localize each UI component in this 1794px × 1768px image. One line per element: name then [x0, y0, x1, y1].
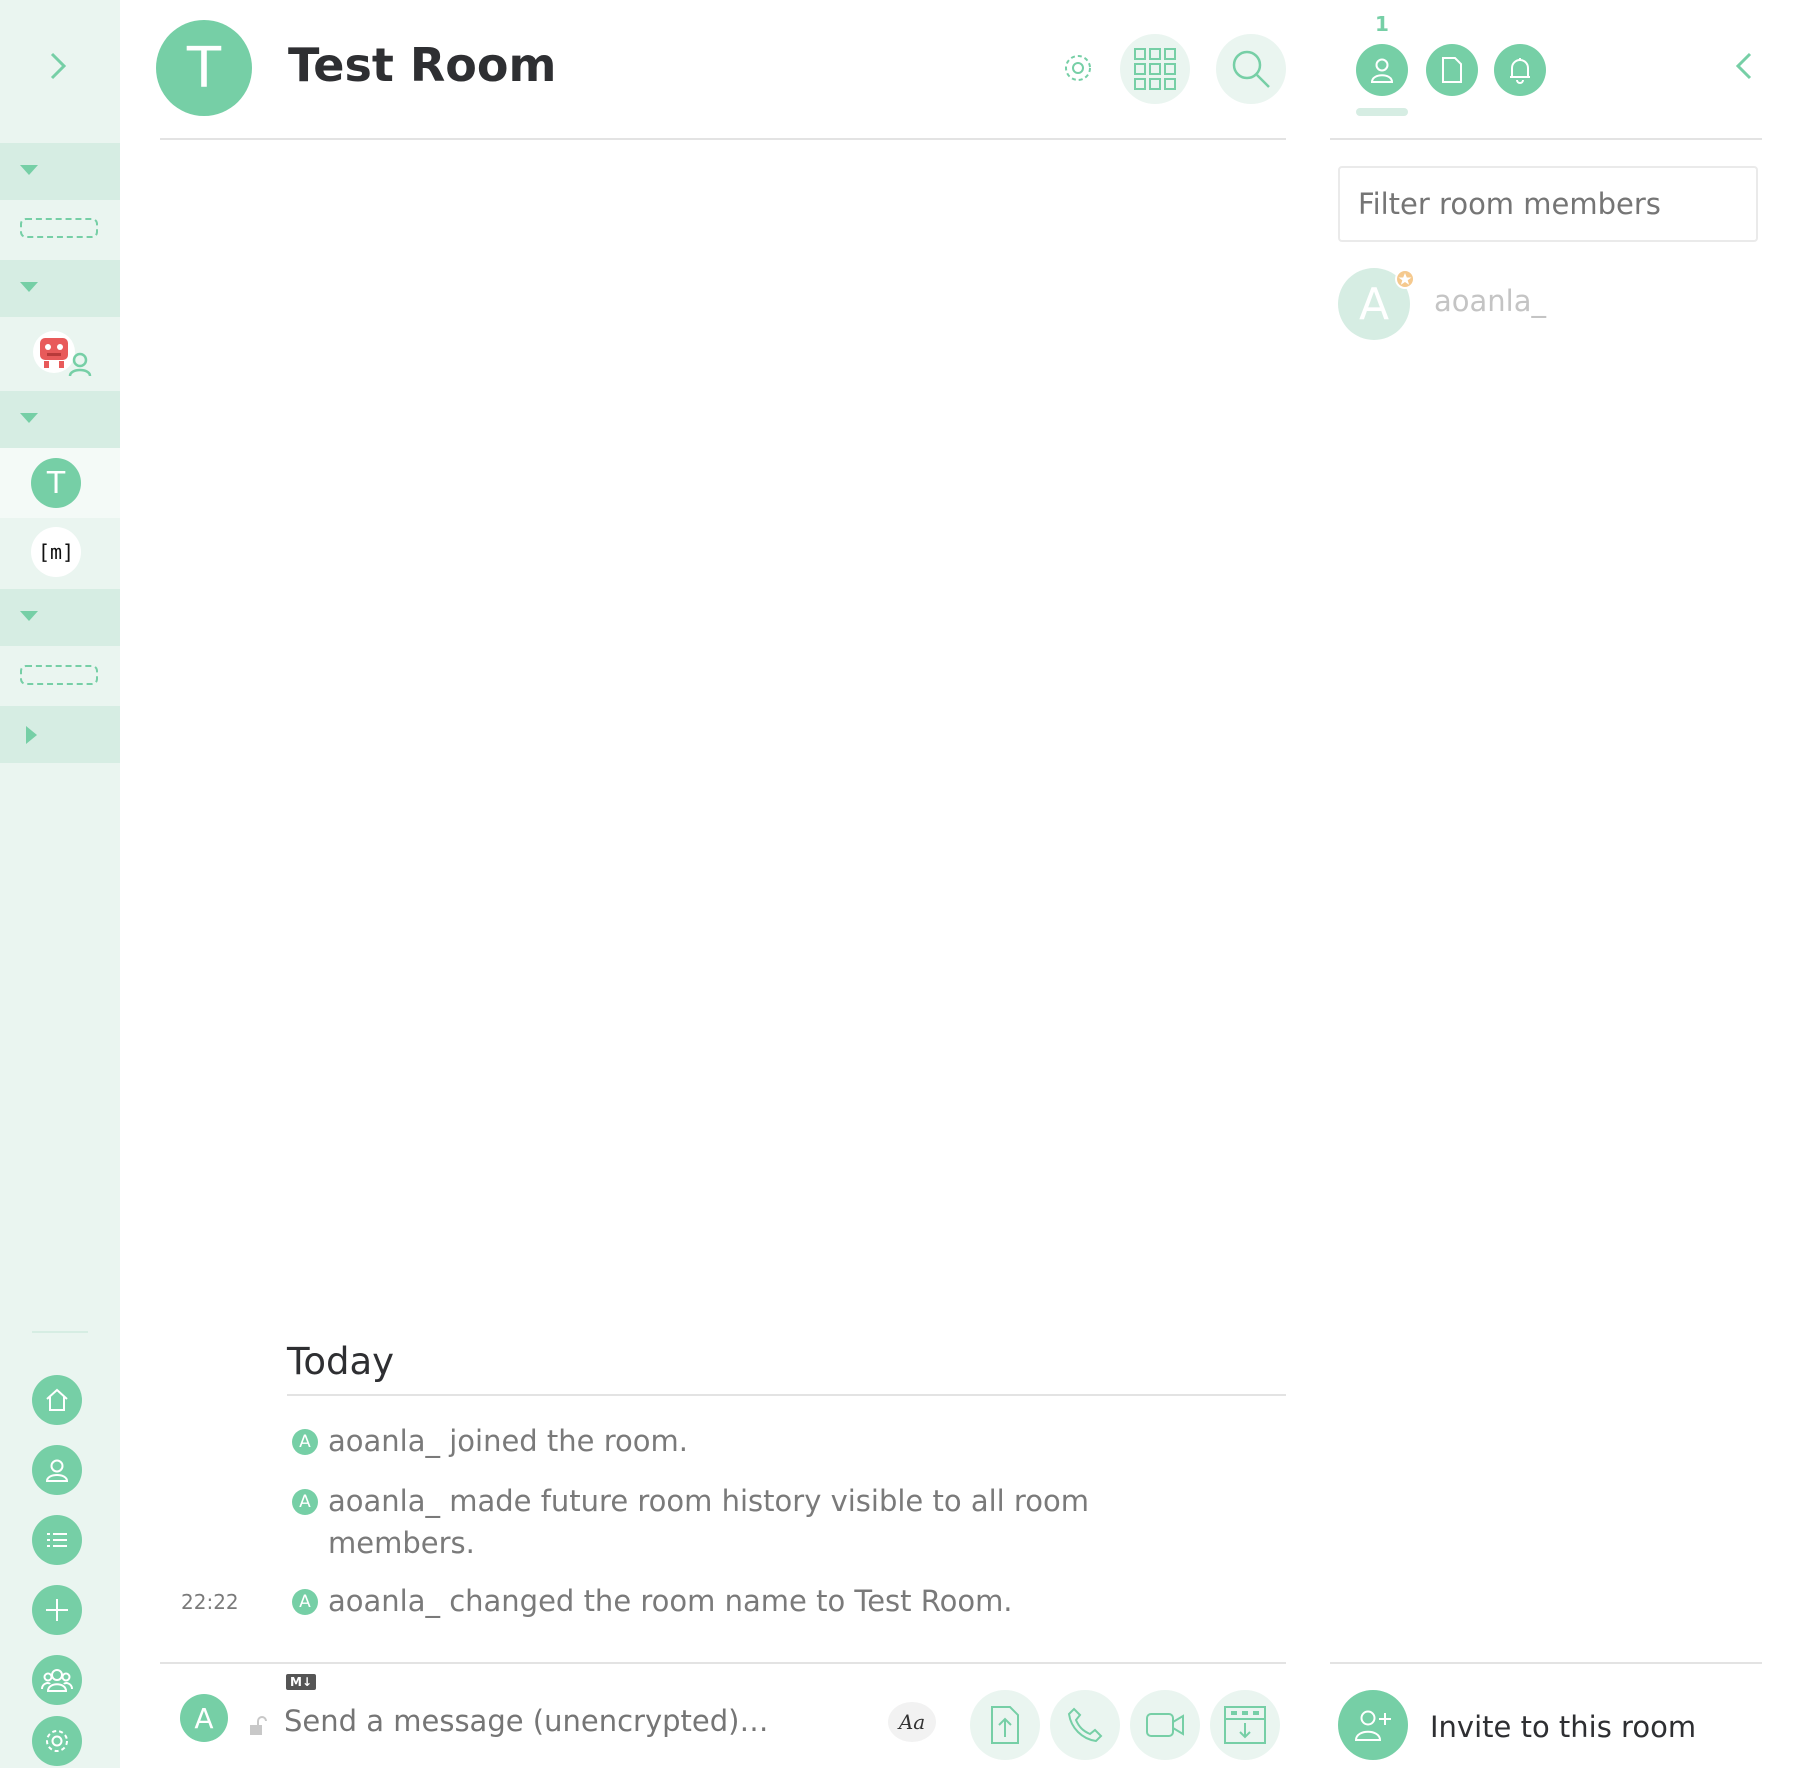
message-timeline: Today A aoanla_ joined the room. A aoanl… [160, 140, 1286, 1660]
format-toggle-button[interactable]: Aa [888, 1702, 936, 1742]
upload-button[interactable] [970, 1690, 1040, 1760]
room-name[interactable]: Test Room [288, 38, 556, 92]
timeline-event[interactable]: A aoanla_ changed the room name to Test … [292, 1584, 1013, 1618]
room-avatar-large[interactable]: T [156, 20, 252, 116]
chevron-left-icon [1735, 52, 1752, 80]
event-avatar: A [292, 1589, 318, 1615]
member-count: 1 [1375, 12, 1389, 36]
tab-files[interactable] [1426, 44, 1478, 96]
room-avatar-letter: [m] [37, 540, 75, 564]
empty-room-placeholder [20, 218, 98, 238]
filter-members-input[interactable] [1338, 166, 1758, 242]
apps-grid-icon [1134, 48, 1176, 90]
files-icon [1442, 57, 1462, 83]
apps-button[interactable] [1120, 34, 1190, 104]
room-header: T Test Room [156, 0, 1286, 140]
collapse-triangle-icon [20, 282, 38, 292]
chevron-right-icon [50, 52, 67, 80]
home-icon [46, 1388, 68, 1411]
section-header-low-priority[interactable] [0, 589, 120, 646]
date-separator: Today [287, 1340, 395, 1383]
event-avatar: A [292, 1429, 318, 1455]
event-text: aoanla_ made future room history visible… [328, 1484, 1089, 1518]
search-icon [1232, 50, 1270, 88]
groups-button[interactable] [32, 1655, 82, 1705]
dm-avatar-bot[interactable] [32, 330, 94, 378]
section-header-favourites[interactable] [0, 143, 120, 200]
section-header-people[interactable] [0, 260, 120, 317]
tab-notifications[interactable] [1494, 44, 1546, 96]
add-user-icon [1354, 1710, 1391, 1741]
gear-icon [1065, 55, 1091, 81]
own-avatar-letter: A [194, 1701, 214, 1735]
message-composer: A M↓ Aa [160, 1662, 1286, 1768]
home-button[interactable] [32, 1375, 82, 1425]
panel-footer-divider [1330, 1662, 1762, 1664]
room-directory-button[interactable] [32, 1515, 82, 1565]
room-avatar-letter: T [46, 465, 66, 501]
members-icon [1370, 58, 1394, 83]
video-call-button[interactable] [1130, 1690, 1200, 1760]
timeline-event[interactable]: A aoanla_ made future room history visib… [292, 1484, 1089, 1560]
right-panel: 1 A aoanla_ Invite to this room [1330, 0, 1762, 1768]
message-input[interactable] [282, 1698, 846, 1744]
create-room-button[interactable] [32, 1585, 82, 1635]
timeline-event[interactable]: A aoanla_ joined the room. [292, 1424, 688, 1458]
member-avatar-letter: A [1358, 278, 1390, 330]
room-avatar-matrix[interactable]: [m] [31, 527, 81, 577]
member-list-item[interactable]: A aoanla_ [1338, 268, 1758, 342]
event-text: aoanla_ joined the room. [328, 1424, 688, 1458]
tab-members[interactable] [1356, 44, 1408, 96]
upload-file-icon [991, 1706, 1019, 1744]
phone-icon [1067, 1707, 1103, 1743]
panel-header-divider [1330, 138, 1762, 140]
admin-badge-icon [1394, 268, 1416, 290]
gear-icon [46, 1730, 68, 1752]
event-timestamp: 22:22 [181, 1590, 239, 1614]
collapse-triangle-icon [20, 611, 38, 621]
empty-room-placeholder [20, 665, 98, 685]
room-avatar-test-room[interactable]: T [31, 458, 81, 508]
active-tab-indicator [1356, 108, 1408, 116]
apps-icon [1224, 1706, 1266, 1744]
unencrypted-lock-icon [248, 1716, 268, 1736]
event-text: aoanla_ changed the room name to Test Ro… [328, 1584, 1013, 1618]
event-text-continued: members. [328, 1526, 475, 1560]
invite-icon-circle [1338, 1690, 1408, 1760]
list-icon [47, 1533, 67, 1547]
expand-triangle-icon [26, 726, 37, 744]
notifications-icon [1510, 58, 1530, 84]
plus-icon [46, 1599, 68, 1621]
section-header-rooms[interactable] [0, 391, 120, 448]
start-chat-button[interactable] [32, 1445, 82, 1495]
room-avatar-letter: T [186, 35, 222, 101]
sidebar-divider [32, 1331, 88, 1333]
voice-call-button[interactable] [1050, 1690, 1120, 1760]
search-button[interactable] [1216, 34, 1286, 104]
settings-button[interactable] [32, 1716, 82, 1766]
robot-avatar-icon [33, 331, 92, 377]
member-name: aoanla_ [1434, 284, 1546, 318]
invite-label: Invite to this room [1430, 1710, 1697, 1744]
video-icon [1146, 1713, 1184, 1737]
date-separator-line [287, 1394, 1286, 1396]
invite-button[interactable]: Invite to this room [1338, 1690, 1758, 1762]
section-header-historical[interactable] [0, 706, 120, 763]
collapse-panel-button[interactable] [1730, 48, 1758, 84]
user-icon [45, 1459, 69, 1482]
event-avatar: A [292, 1489, 318, 1515]
markdown-badge[interactable]: M↓ [286, 1674, 316, 1690]
own-avatar: A [180, 1694, 228, 1742]
collapse-triangle-icon [20, 413, 38, 423]
collapse-triangle-icon [20, 165, 38, 175]
room-settings-button[interactable] [1058, 48, 1098, 88]
left-sidebar: T [m] [0, 0, 120, 1768]
format-toggle-label: Aa [898, 1710, 926, 1734]
expand-sidebar-button[interactable] [42, 48, 72, 84]
group-icon [41, 1669, 73, 1692]
apps-widget-button[interactable] [1210, 1690, 1280, 1760]
